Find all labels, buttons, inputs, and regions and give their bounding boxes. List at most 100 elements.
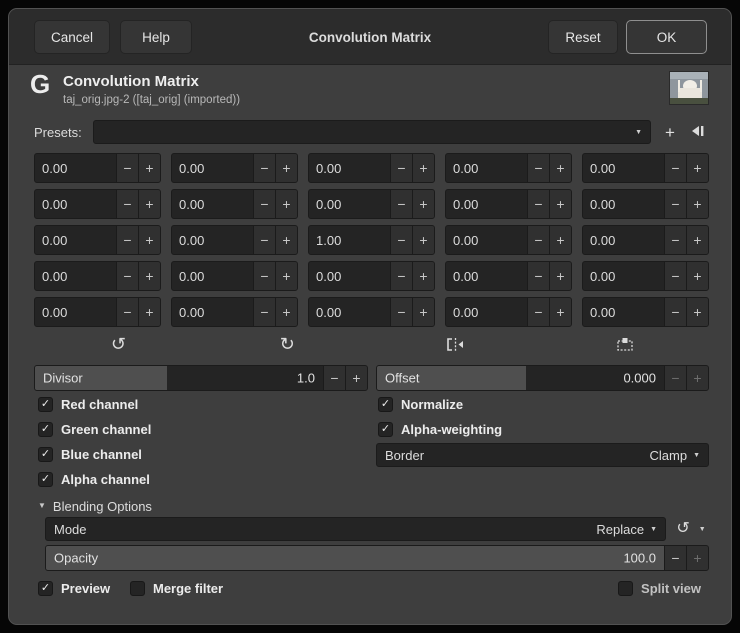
divisor-slider-track[interactable]: Divisor 1.0 [35, 366, 323, 390]
matrix-decrease-button[interactable]: − [664, 190, 686, 218]
matrix-increase-button[interactable]: + [138, 298, 160, 326]
alpha-weighting-checkbox[interactable]: ✓ Alpha-weighting [378, 421, 502, 438]
matrix-increase-button[interactable]: + [686, 190, 708, 218]
matrix-value-input[interactable] [446, 226, 527, 254]
matrix-decrease-button[interactable]: − [253, 298, 275, 326]
matrix-decrease-button[interactable]: − [116, 190, 138, 218]
alpha-channel-checkbox[interactable]: ✓ Alpha channel [38, 471, 150, 488]
matrix-value-input[interactable] [583, 298, 664, 326]
matrix-increase-button[interactable]: + [686, 154, 708, 182]
divisor-slider[interactable]: Divisor 1.0 − + [34, 365, 368, 391]
matrix-decrease-button[interactable]: − [253, 154, 275, 182]
matrix-value-input[interactable] [35, 226, 116, 254]
matrix-value-input[interactable] [35, 154, 116, 182]
matrix-decrease-button[interactable]: − [664, 226, 686, 254]
matrix-increase-button[interactable]: + [275, 190, 297, 218]
matrix-increase-button[interactable]: + [275, 298, 297, 326]
matrix-decrease-button[interactable]: − [253, 262, 275, 290]
matrix-value-input[interactable] [172, 154, 253, 182]
matrix-value-input[interactable] [583, 190, 664, 218]
presets-dropdown[interactable]: ▼ [93, 120, 651, 144]
mode-select[interactable]: Mode Replace ▼ [45, 517, 666, 541]
matrix-value-input[interactable] [172, 226, 253, 254]
matrix-increase-button[interactable]: + [549, 154, 571, 182]
matrix-value-input[interactable] [446, 190, 527, 218]
matrix-decrease-button[interactable]: − [116, 262, 138, 290]
matrix-value-input[interactable] [446, 154, 527, 182]
blending-options-expander[interactable]: ▼ Blending Options [38, 498, 152, 514]
matrix-decrease-button[interactable]: − [527, 226, 549, 254]
blue-channel-checkbox[interactable]: ✓ Blue channel [38, 446, 142, 463]
matrix-value-input[interactable] [309, 298, 390, 326]
reset-button[interactable]: Reset [548, 20, 618, 54]
opacity-slider[interactable]: Opacity 100.0 − + [45, 545, 709, 571]
matrix-decrease-button[interactable]: − [664, 262, 686, 290]
mode-reset-button[interactable]: ↺ ▼ [672, 517, 710, 541]
matrix-decrease-button[interactable]: − [253, 226, 275, 254]
manage-presets-button[interactable] [685, 122, 709, 142]
matrix-value-input[interactable] [583, 154, 664, 182]
matrix-increase-button[interactable]: + [686, 298, 708, 326]
ok-button[interactable]: OK [626, 20, 707, 54]
matrix-increase-button[interactable]: + [138, 262, 160, 290]
divisor-increase-button[interactable]: + [345, 366, 367, 390]
matrix-decrease-button[interactable]: − [116, 298, 138, 326]
matrix-decrease-button[interactable]: − [664, 154, 686, 182]
green-channel-checkbox[interactable]: ✓ Green channel [38, 421, 151, 438]
matrix-decrease-button[interactable]: − [664, 298, 686, 326]
preview-checkbox[interactable]: ✓ Preview [38, 580, 110, 597]
mirror-vertical-button[interactable] [540, 331, 709, 357]
matrix-value-input[interactable] [446, 262, 527, 290]
matrix-increase-button[interactable]: + [412, 262, 434, 290]
opacity-slider-track[interactable]: Opacity 100.0 [46, 546, 664, 570]
offset-slider-track[interactable]: Offset 0.000 [377, 366, 664, 390]
matrix-value-input[interactable] [35, 190, 116, 218]
rotate-right-button[interactable]: ↻ [203, 331, 372, 357]
matrix-decrease-button[interactable]: − [390, 226, 412, 254]
matrix-value-input[interactable] [172, 298, 253, 326]
matrix-increase-button[interactable]: + [275, 154, 297, 182]
matrix-value-input[interactable] [309, 154, 390, 182]
matrix-increase-button[interactable]: + [412, 190, 434, 218]
matrix-decrease-button[interactable]: − [527, 154, 549, 182]
matrix-decrease-button[interactable]: − [390, 154, 412, 182]
matrix-increase-button[interactable]: + [275, 262, 297, 290]
matrix-decrease-button[interactable]: − [527, 262, 549, 290]
red-channel-checkbox[interactable]: ✓ Red channel [38, 396, 138, 413]
border-select[interactable]: Border Clamp ▼ [376, 443, 709, 467]
cancel-button[interactable]: Cancel [34, 20, 110, 54]
matrix-value-input[interactable] [309, 190, 390, 218]
add-preset-button[interactable]: + [659, 121, 681, 143]
matrix-increase-button[interactable]: + [412, 226, 434, 254]
opacity-decrease-button[interactable]: − [664, 546, 686, 570]
opacity-increase-button[interactable]: + [686, 546, 708, 570]
matrix-value-input[interactable] [309, 226, 390, 254]
matrix-increase-button[interactable]: + [549, 190, 571, 218]
matrix-decrease-button[interactable]: − [527, 190, 549, 218]
matrix-value-input[interactable] [35, 262, 116, 290]
matrix-value-input[interactable] [172, 262, 253, 290]
matrix-increase-button[interactable]: + [549, 226, 571, 254]
matrix-decrease-button[interactable]: − [390, 190, 412, 218]
matrix-increase-button[interactable]: + [138, 190, 160, 218]
divisor-decrease-button[interactable]: − [323, 366, 345, 390]
matrix-increase-button[interactable]: + [549, 262, 571, 290]
help-button[interactable]: Help [120, 20, 192, 54]
matrix-decrease-button[interactable]: − [390, 262, 412, 290]
offset-slider[interactable]: Offset 0.000 − + [376, 365, 709, 391]
matrix-increase-button[interactable]: + [412, 298, 434, 326]
matrix-value-input[interactable] [583, 262, 664, 290]
matrix-decrease-button[interactable]: − [116, 154, 138, 182]
matrix-increase-button[interactable]: + [549, 298, 571, 326]
matrix-increase-button[interactable]: + [686, 226, 708, 254]
matrix-value-input[interactable] [446, 298, 527, 326]
offset-increase-button[interactable]: + [686, 366, 708, 390]
matrix-value-input[interactable] [583, 226, 664, 254]
matrix-increase-button[interactable]: + [138, 226, 160, 254]
matrix-decrease-button[interactable]: − [116, 226, 138, 254]
matrix-decrease-button[interactable]: − [390, 298, 412, 326]
titlebar[interactable]: Convolution Matrix Cancel Help Reset OK [9, 9, 731, 65]
matrix-increase-button[interactable]: + [412, 154, 434, 182]
matrix-increase-button[interactable]: + [275, 226, 297, 254]
matrix-decrease-button[interactable]: − [253, 190, 275, 218]
